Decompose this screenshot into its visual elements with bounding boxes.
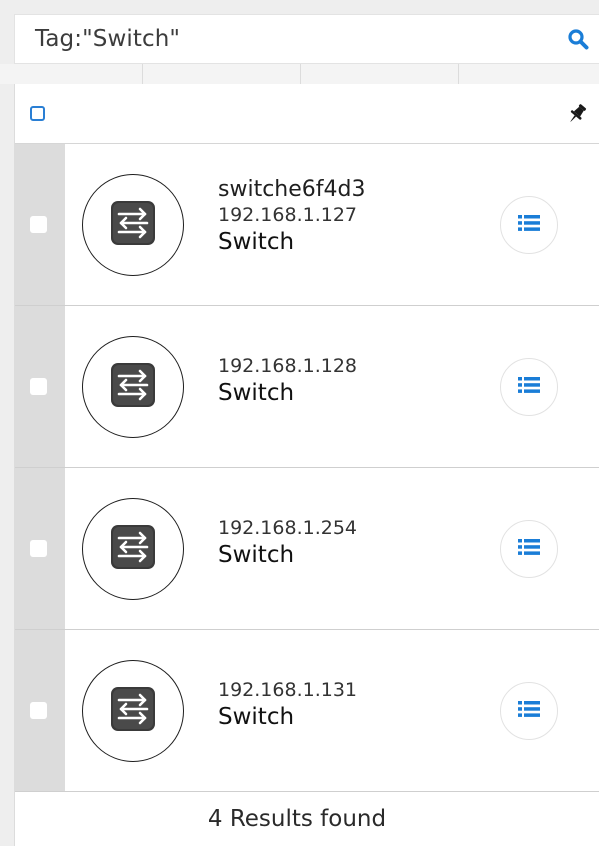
device-info: 192.168.1.254 Switch xyxy=(218,516,357,570)
list-icon xyxy=(517,213,541,237)
list-header xyxy=(15,84,599,144)
search-icon[interactable] xyxy=(563,24,593,54)
device-rows: switche6f4d3 192.168.1.127 Switch 192.16… xyxy=(15,144,599,792)
column-divider xyxy=(458,64,459,84)
search-input[interactable]: Tag:"Switch" xyxy=(15,26,563,52)
device-menu-button[interactable] xyxy=(500,520,558,578)
column-divider xyxy=(300,64,301,84)
list-icon xyxy=(517,699,541,723)
device-avatar xyxy=(82,498,184,600)
pin-icon[interactable] xyxy=(565,102,589,126)
list-icon xyxy=(517,375,541,399)
device-type: Switch xyxy=(218,542,295,568)
device-avatar xyxy=(82,336,184,438)
device-info: switche6f4d3 192.168.1.127 Switch xyxy=(218,177,365,257)
device-avatar xyxy=(82,660,184,762)
list-item[interactable]: 192.168.1.254 Switch xyxy=(15,468,599,630)
device-list-panel: switche6f4d3 192.168.1.127 Switch 192.16… xyxy=(14,84,599,846)
device-type: Switch xyxy=(218,229,295,255)
switch-icon xyxy=(107,197,159,253)
column-divider xyxy=(142,64,143,84)
device-info: 192.168.1.128 Switch xyxy=(218,354,357,408)
device-menu-button[interactable] xyxy=(500,682,558,740)
list-item[interactable]: 192.168.1.128 Switch xyxy=(15,306,599,468)
list-item[interactable]: 192.168.1.131 Switch xyxy=(15,630,599,792)
row-checkbox[interactable] xyxy=(30,702,47,719)
list-icon xyxy=(517,537,541,561)
device-ip: 192.168.1.254 xyxy=(218,517,358,539)
list-item[interactable]: switche6f4d3 192.168.1.127 Switch xyxy=(15,144,599,306)
row-checkbox[interactable] xyxy=(30,378,47,395)
device-list-page: Tag:"Switch" switche6f4d3 192.168.1.127 … xyxy=(0,0,599,846)
device-ip: 192.168.1.128 xyxy=(218,355,358,377)
device-avatar xyxy=(82,174,184,276)
results-footer: 4 Results found xyxy=(15,792,599,846)
device-name: switche6f4d3 xyxy=(218,177,366,202)
row-checkbox[interactable] xyxy=(30,540,47,557)
device-menu-button[interactable] xyxy=(500,196,558,254)
switch-icon xyxy=(107,683,159,739)
search-bar[interactable]: Tag:"Switch" xyxy=(14,14,599,64)
switch-icon xyxy=(107,521,159,577)
device-info: 192.168.1.131 Switch xyxy=(218,678,357,732)
device-type: Switch xyxy=(218,704,295,730)
device-ip: 192.168.1.127 xyxy=(218,204,358,226)
switch-icon xyxy=(107,359,159,415)
column-divider-strip xyxy=(0,64,599,84)
select-all-checkbox[interactable] xyxy=(30,106,45,121)
results-count: 4 Results found xyxy=(207,806,387,832)
device-menu-button[interactable] xyxy=(500,358,558,416)
device-type: Switch xyxy=(218,380,295,406)
device-ip: 192.168.1.131 xyxy=(218,679,358,701)
row-checkbox[interactable] xyxy=(30,216,47,233)
